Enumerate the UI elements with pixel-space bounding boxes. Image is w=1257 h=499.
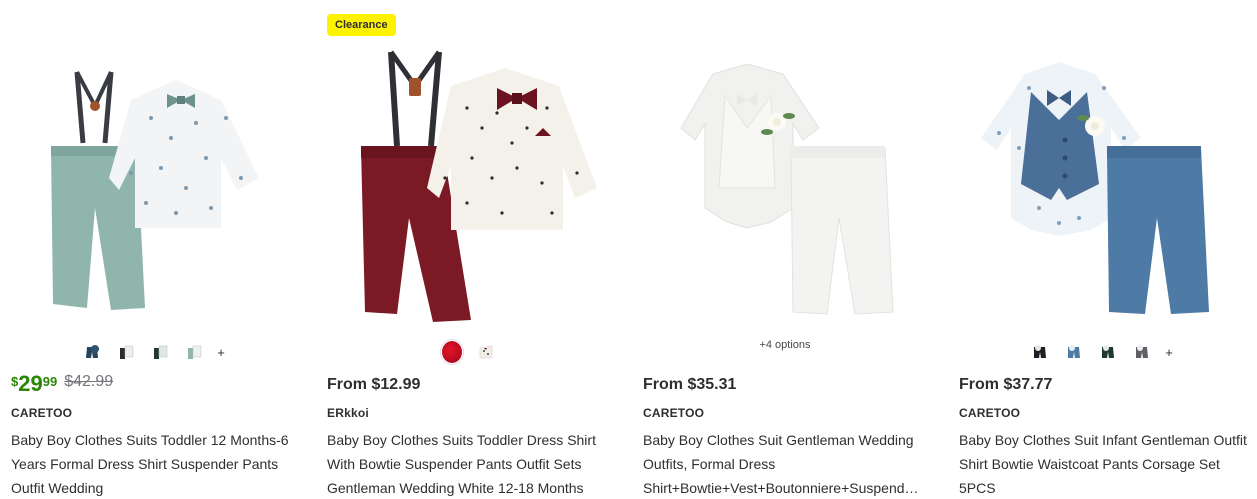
swatch-outfit-blue-icon[interactable] [1063,341,1085,363]
product-image-art [981,62,1209,314]
price-from: From $12.99 [327,376,421,393]
product-image-art [680,63,894,315]
swatch-outfit-grey-icon[interactable] [1131,341,1153,363]
color-swatches [327,340,611,364]
more-swatches-button[interactable]: + [217,345,225,360]
price-cents: 99 [42,374,58,389]
price-from: From $37.77 [959,376,1053,393]
options-count[interactable]: +4 options [643,339,927,351]
product-grid: + $ 29 99 $42.99 CARETOO Baby Boy Clothe… [0,0,1257,499]
product-image[interactable] [643,8,927,332]
product-title-link[interactable]: Baby Boy Clothes Suits Toddler 12 Months… [11,428,301,499]
swatch-red-color-icon[interactable] [441,340,463,364]
product-title-link[interactable]: Baby Boy Clothes Suit Infant Gentleman O… [959,428,1249,499]
swatch-outfit-white-icon[interactable] [115,341,137,363]
swatch-white-print-icon[interactable] [475,341,497,363]
title-line: Shirt+Bowtie+Vest+Boutonniere+Suspend… [643,480,919,496]
color-swatches: + [11,340,295,364]
swatch-outfit-darkgreen-icon[interactable] [1097,341,1119,363]
title-line: Outfits, Formal Dress [643,456,776,472]
swatch-outfit-sage-icon[interactable] [183,341,205,363]
product-image[interactable] [959,8,1243,332]
more-swatches-button[interactable]: + [1165,345,1173,360]
title-line: Baby Boy Clothes Suit Gentleman Wedding [643,432,914,448]
clearance-badge: Clearance [327,14,396,36]
price-from: From $35.31 [643,376,737,393]
product-image-art [361,50,597,322]
brand-name: ERkkoi [327,406,369,420]
product-image[interactable] [327,8,611,332]
product-image[interactable] [11,8,295,332]
swatch-outfit-green-icon[interactable] [149,341,171,363]
product-card[interactable]: + $ 29 99 $42.99 CARETOO Baby Boy Clothe… [11,0,307,499]
price-currency: $ [11,374,19,389]
color-swatches: + [959,340,1243,364]
product-image-art [51,71,259,310]
brand-name: CARETOO [11,406,73,420]
current-price: $ 29 99 [11,372,57,396]
product-card[interactable]: +4 options From $35.31 CARETOO Baby Boy … [643,0,939,499]
product-card[interactable]: + From $37.77 CARETOO Baby Boy Clothes S… [959,0,1255,499]
brand-name: CARETOO [643,406,705,420]
price-row: $ 29 99 $42.99 [11,372,113,400]
swatch-outfit-black-icon[interactable] [1029,341,1051,363]
brand-name: CARETOO [959,406,1021,420]
product-title-link[interactable]: Baby Boy Clothes Suits Toddler Dress Shi… [327,428,617,499]
product-title-link[interactable]: Baby Boy Clothes Suit Gentleman Wedding … [643,428,933,499]
product-card[interactable]: Clearance From $12.99 ERkkoi Baby Boy Cl… [327,0,623,499]
swatch-outfit-navy-icon[interactable] [81,341,103,363]
price-dollars: 29 [18,371,43,396]
was-price: $42.99 [64,373,114,390]
